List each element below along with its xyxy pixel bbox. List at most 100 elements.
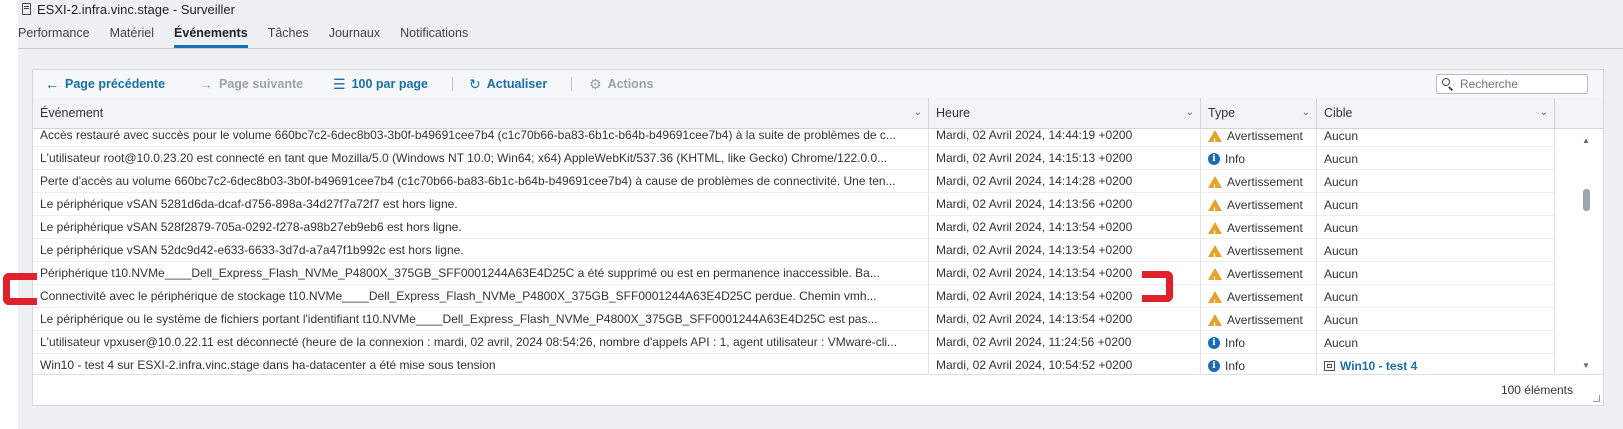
title-bar: ESXI-2.infra.vinc.stage - Surveiller <box>22 0 235 18</box>
tabs-divider <box>18 48 1623 49</box>
chevron-down-icon[interactable]: ⌄ <box>1540 107 1548 118</box>
warning-icon <box>1208 244 1222 262</box>
table-row[interactable]: Le périphérique vSAN 52dc9d42-e633-6633-… <box>33 239 1555 262</box>
table-row[interactable]: Le périphérique vSAN 528f2879-705a-0292-… <box>33 216 1555 239</box>
table-row[interactable]: Le périphérique ou le système de fichier… <box>33 308 1555 331</box>
chevron-down-icon[interactable]: ⌄ <box>1186 107 1194 118</box>
tab-taches[interactable]: Tâches <box>268 22 309 44</box>
tab-journaux[interactable]: Journaux <box>329 22 380 44</box>
target-cell: Aucun <box>1317 170 1555 193</box>
toolbar-separator <box>571 77 572 91</box>
table-row[interactable]: Connectivité avec le périphérique de sto… <box>33 285 1555 308</box>
type-cell: i Info <box>1201 354 1317 376</box>
scroll-thumb[interactable] <box>1583 189 1590 211</box>
toolbar: ← Page précédente → Page suivante ☰ 100 … <box>33 70 1603 99</box>
event-cell: L'utilisateur root@10.0.23.20 est connec… <box>33 147 929 170</box>
type-label: Avertissement <box>1227 129 1303 143</box>
chevron-down-icon[interactable]: ⌄ <box>1302 107 1310 118</box>
type-cell: Avertissement <box>1201 170 1317 193</box>
scroll-down-icon[interactable]: ▼ <box>1582 361 1590 370</box>
target-link[interactable]: Win10 - test 4 <box>1340 355 1417 377</box>
window-title: ESXI-2.infra.vinc.stage - Surveiller <box>37 1 235 17</box>
toolbar-separator <box>452 77 453 91</box>
target-cell: Aucun <box>1317 308 1555 331</box>
target-label: Aucun <box>1324 266 1359 281</box>
target-label: Aucun <box>1324 312 1359 327</box>
search-box[interactable] <box>1436 74 1588 94</box>
type-label: Avertissement <box>1227 197 1303 212</box>
table-row[interactable]: Le périphérique vSAN 5281d6da-dcaf-d756-… <box>33 193 1555 216</box>
column-header-time[interactable]: Heure ⌄ <box>929 98 1201 128</box>
type-cell: Avertissement <box>1201 262 1317 285</box>
type-cell: i Info <box>1201 331 1317 354</box>
type-label: Avertissement <box>1227 174 1303 189</box>
column-label: Cible <box>1324 106 1353 120</box>
tab-performance[interactable]: Performance <box>18 22 90 44</box>
prev-page-label: Page précédente <box>65 77 166 91</box>
tab-bar: Performance Matériel Événements Tâches J… <box>18 22 488 48</box>
search-input[interactable] <box>1458 76 1582 92</box>
item-count: 100 éléments <box>1500 383 1573 397</box>
vertical-scrollbar[interactable]: ▲ ▼ <box>1581 132 1591 372</box>
grid-footer: 100 éléments <box>33 374 1603 405</box>
target-label: Aucun <box>1324 335 1359 350</box>
type-label: Info <box>1225 358 1246 373</box>
column-header-target[interactable]: Cible ⌄ <box>1317 98 1555 128</box>
time-cell: Mardi, 02 Avril 2024, 14:15:13 +0200 <box>929 147 1201 170</box>
type-label: Avertissement <box>1227 289 1303 304</box>
info-icon: i <box>1208 359 1220 372</box>
grid-header: Événement ⌄ Heure ⌄ Type ⌄ Cible ⌄ <box>33 98 1603 129</box>
per-page-label: 100 par page <box>351 77 428 91</box>
refresh-button[interactable]: ↻ Actualiser <box>469 70 547 98</box>
annotation-bracket-left <box>3 273 37 305</box>
time-cell: Mardi, 02 Avril 2024, 14:13:54 +0200 <box>929 239 1201 262</box>
tab-notifications[interactable]: Notifications <box>400 22 468 44</box>
event-cell: Connectivité avec le périphérique de sto… <box>33 285 929 308</box>
next-page-button[interactable]: → Page suivante <box>199 70 303 98</box>
type-cell: i Info <box>1201 147 1317 170</box>
table-row[interactable]: Accès restauré avec succès pour le volum… <box>33 129 1555 147</box>
annotation-bracket-right <box>1142 271 1173 302</box>
scroll-up-icon[interactable]: ▲ <box>1582 136 1590 145</box>
time-cell: Mardi, 02 Avril 2024, 10:54:52 +0200 <box>929 354 1201 376</box>
time-cell: Mardi, 02 Avril 2024, 14:44:19 +0200 <box>929 129 1201 147</box>
info-icon: i <box>1208 152 1220 165</box>
target-label: Aucun <box>1324 174 1359 189</box>
type-cell: Avertissement <box>1201 129 1317 147</box>
warning-icon <box>1208 267 1222 285</box>
actions-button[interactable]: ⚙ Actions <box>589 70 653 98</box>
chevron-down-icon[interactable]: ⌄ <box>914 107 922 118</box>
per-page-button[interactable]: ☰ 100 par page <box>333 70 428 98</box>
host-icon <box>22 3 31 15</box>
resize-grip-icon[interactable] <box>1593 395 1600 402</box>
grid-body: Accès restauré avec succès pour le volum… <box>33 129 1555 376</box>
gear-icon: ⚙ <box>589 75 602 92</box>
event-cell: Le périphérique vSAN 52dc9d42-e633-6633-… <box>33 239 929 262</box>
column-label: Heure <box>936 106 971 120</box>
left-strip <box>0 0 18 429</box>
tab-materiel[interactable]: Matériel <box>110 22 154 44</box>
table-row[interactable]: L'utilisateur vpxuser@10.0.22.11 est déc… <box>33 331 1555 354</box>
time-cell: Mardi, 02 Avril 2024, 14:14:28 +0200 <box>929 170 1201 193</box>
table-row[interactable]: Périphérique t10.NVMe____Dell_Express_Fl… <box>33 262 1555 285</box>
type-cell: Avertissement <box>1201 193 1317 216</box>
type-cell: Avertissement <box>1201 216 1317 239</box>
type-label: Avertissement <box>1227 220 1303 235</box>
type-cell: Avertissement <box>1201 285 1317 308</box>
arrow-right-icon: → <box>199 76 213 92</box>
target-cell: Aucun <box>1317 239 1555 262</box>
monitor-view: ESXI-2.infra.vinc.stage - Surveiller Per… <box>18 0 1623 429</box>
type-label: Avertissement <box>1227 266 1303 281</box>
event-cell: L'utilisateur vpxuser@10.0.22.11 est déc… <box>33 331 929 354</box>
event-cell: Perte d'accès au volume 660bc7c2-6dec8b0… <box>33 170 929 193</box>
column-header-event[interactable]: Événement ⌄ <box>33 98 929 128</box>
type-label: Info <box>1225 151 1246 166</box>
table-row[interactable]: Win10 - test 4 sur ESXI-2.infra.vinc.sta… <box>33 354 1555 376</box>
table-row[interactable]: L'utilisateur root@10.0.23.20 est connec… <box>33 147 1555 170</box>
type-cell: Avertissement <box>1201 239 1317 262</box>
column-header-type[interactable]: Type ⌄ <box>1201 98 1317 128</box>
tab-evenements[interactable]: Événements <box>174 22 248 48</box>
prev-page-button[interactable]: ← Page précédente <box>45 70 165 98</box>
next-page-label: Page suivante <box>219 77 304 91</box>
table-row[interactable]: Perte d'accès au volume 660bc7c2-6dec8b0… <box>33 170 1555 193</box>
